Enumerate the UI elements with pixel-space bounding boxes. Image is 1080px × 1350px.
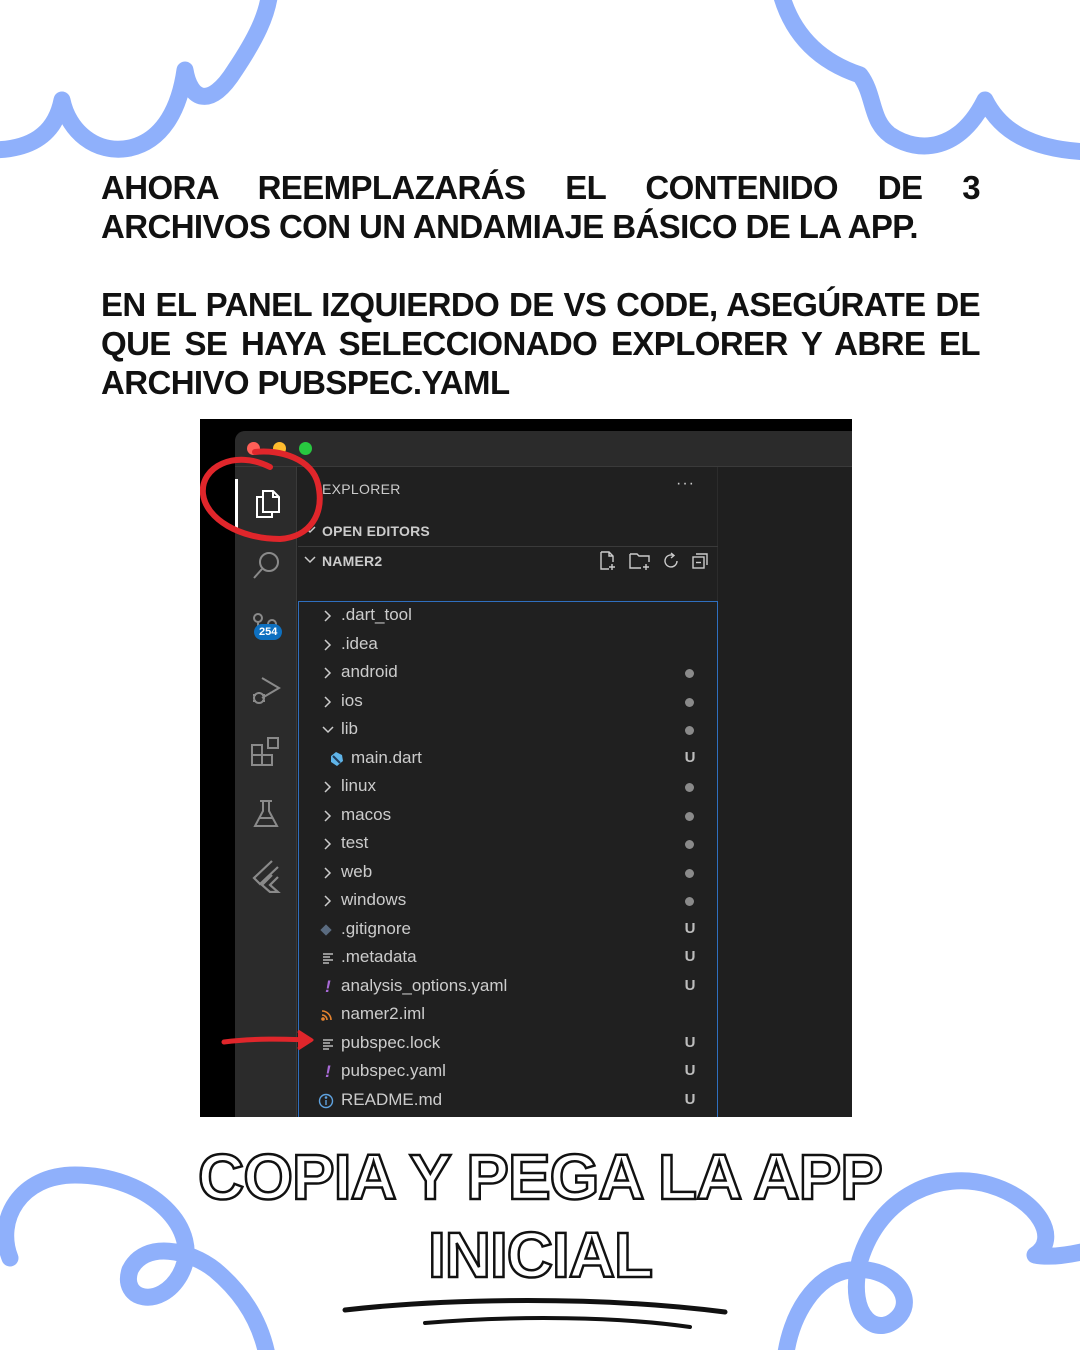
cta-title-line-1: COPIA Y PEGA LA APP [197, 1140, 884, 1215]
modified-dot-icon [685, 783, 694, 792]
text-file-icon [319, 948, 337, 968]
swirl-top-right [774, 0, 1080, 160]
collapse-all-icon[interactable] [690, 551, 710, 571]
explorer-icon[interactable] [235, 479, 297, 529]
editor-area [719, 467, 852, 1117]
source-control-badge: 254 [254, 624, 283, 640]
close-window-button[interactable] [247, 442, 260, 455]
testing-icon[interactable] [235, 789, 297, 839]
tree-item-macos[interactable]: macos [299, 802, 717, 830]
modified-dot-icon [685, 811, 694, 821]
tree-item-windows[interactable]: windows [299, 887, 717, 915]
tree-item-gitignore[interactable]: .gitignore U [299, 916, 717, 944]
minimize-window-button[interactable] [273, 442, 286, 455]
chevron-right-icon [319, 663, 337, 683]
flutter-icon[interactable] [235, 851, 297, 901]
vscode-screenshot: 254 EXPLORER ··· OPEN EDITORS NAMER2 .da… [200, 419, 852, 1117]
chevron-right-icon [319, 834, 337, 854]
tree-item-android[interactable]: android [299, 659, 717, 687]
modified-dot-icon [685, 726, 694, 735]
tree-item-pubspec-yaml[interactable]: ! pubspec.yaml U [299, 1058, 717, 1086]
new-file-icon[interactable] [597, 551, 619, 571]
chevron-right-icon [319, 635, 337, 655]
tree-item-idea[interactable]: .idea [299, 631, 717, 659]
explorer-sidebar: EXPLORER ··· OPEN EDITORS NAMER2 .dart_t… [298, 467, 718, 1117]
chevron-down-icon [304, 556, 316, 564]
modified-dot-icon [685, 840, 694, 849]
intro-paragraph-2: EN EL PANEL IZQUIERDO DE VS CODE, ASEGÚR… [101, 286, 981, 401]
tree-item-lib[interactable]: lib [299, 716, 717, 744]
file-tree: .dart_tool .idea android ios lib main.da… [298, 601, 718, 1117]
dart-file-icon [327, 749, 345, 769]
chevron-down-icon [319, 720, 337, 740]
modified-dot-icon [685, 868, 694, 878]
tree-item-pubspec-lock[interactable]: pubspec.lock U [299, 1030, 717, 1058]
extensions-icon[interactable] [235, 727, 297, 777]
modified-dot-icon [685, 897, 694, 906]
chevron-right-icon [319, 863, 337, 883]
tree-item-test[interactable]: test [299, 830, 717, 858]
explorer-title: EXPLORER [322, 481, 401, 497]
activity-bar: 254 [235, 467, 297, 1117]
project-name: NAMER2 [322, 553, 383, 569]
vscode-window: 254 EXPLORER ··· OPEN EDITORS NAMER2 .da… [235, 431, 852, 1117]
cta-title-line-2: INICIAL [427, 1218, 655, 1293]
chevron-right-icon [319, 692, 337, 712]
tree-item-namer2-iml[interactable]: namer2.iml [299, 1001, 717, 1029]
intro-paragraph-1: AHORA REEMPLAZARÁS EL CONTENIDO DE 3 ARC… [101, 169, 981, 245]
open-editors-section[interactable]: OPEN EDITORS [298, 517, 718, 545]
section-actions [597, 551, 710, 571]
tree-item-metadata[interactable]: .metadata U [299, 944, 717, 972]
intro-text: AHORA REEMPLAZARÁS EL CONTENIDO DE 3 ARC… [101, 168, 981, 402]
tree-item-dart-tool[interactable]: .dart_tool [299, 602, 717, 630]
swirl-top-left [0, 0, 278, 159]
tree-item-readme[interactable]: README.md U [299, 1087, 717, 1115]
modified-dot-icon [685, 697, 694, 707]
git-file-icon [317, 920, 335, 940]
more-actions-button[interactable]: ··· [676, 475, 695, 493]
run-debug-icon[interactable] [235, 665, 297, 715]
search-icon[interactable] [235, 541, 297, 591]
tree-item-linux[interactable]: linux [299, 773, 717, 801]
text-file-icon [319, 1034, 337, 1054]
tree-item-ios[interactable]: ios [299, 688, 717, 716]
chevron-right-icon [319, 777, 337, 797]
tree-item-main-dart[interactable]: main.dart U [299, 745, 717, 773]
modified-dot-icon [685, 669, 694, 678]
tree-item-web[interactable]: web [299, 859, 717, 887]
chevron-right-icon [319, 606, 337, 626]
chevron-down-icon [304, 526, 316, 534]
refresh-icon[interactable] [661, 551, 681, 571]
open-editors-label: OPEN EDITORS [322, 523, 430, 539]
chevron-right-icon [319, 806, 337, 826]
project-section[interactable]: NAMER2 [298, 546, 718, 574]
tree-item-analysis-options[interactable]: ! analysis_options.yaml U [299, 973, 717, 1001]
new-folder-icon[interactable] [628, 551, 652, 571]
maximize-window-button[interactable] [299, 442, 312, 455]
title-bar [235, 431, 852, 467]
info-file-icon [317, 1091, 335, 1111]
yaml-file-icon: ! [325, 1062, 331, 1081]
yaml-file-icon: ! [325, 976, 331, 996]
rss-file-icon [318, 1005, 336, 1025]
chevron-right-icon [319, 891, 337, 911]
